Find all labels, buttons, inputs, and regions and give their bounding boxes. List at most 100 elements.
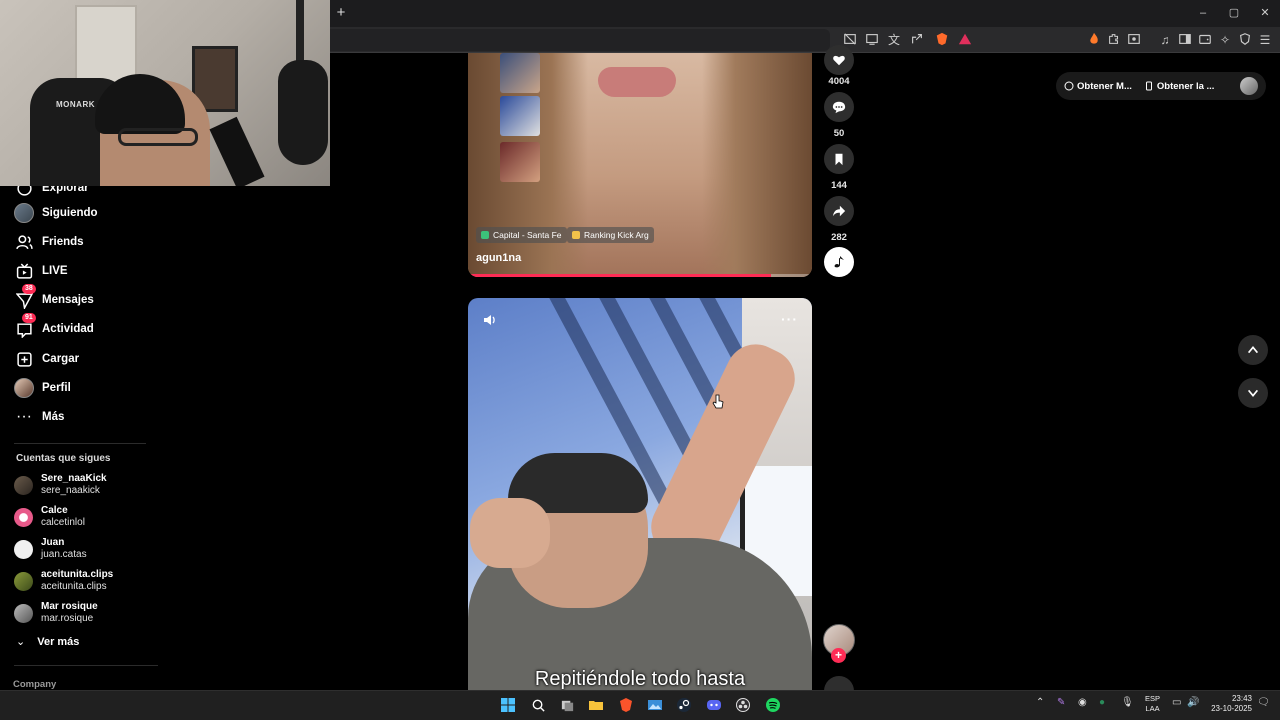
sidebar-item-siguiendo[interactable]: Siguiendo <box>14 202 98 224</box>
followed-account[interactable]: Calce calcetinlol <box>14 504 85 530</box>
messages-badge: 38 <box>22 284 36 294</box>
brave-shield-icon[interactable] <box>934 32 950 48</box>
account-avatar <box>14 539 33 559</box>
volume-icon[interactable] <box>482 312 498 328</box>
notifications-icon[interactable]: 🗨 <box>1257 697 1270 708</box>
account-name: Sere_naaKick <box>41 473 107 484</box>
task-view-icon[interactable] <box>557 695 577 715</box>
tray-chevron-up-icon[interactable]: ⌃ <box>1036 697 1044 708</box>
keyboard-language-indicator[interactable]: ESP LAA <box>1145 694 1160 714</box>
photos-app-icon[interactable] <box>645 695 665 715</box>
new-tab-button[interactable]: + <box>334 4 348 22</box>
chair-logo: MONARK <box>56 100 95 109</box>
vpn-shield-icon[interactable] <box>1237 32 1253 48</box>
activity-icon: 91 <box>14 313 36 339</box>
company-link[interactable]: Company <box>13 679 56 690</box>
sidebar-item-label: Friends <box>42 236 84 248</box>
sidebar-item-label: Actividad <box>42 323 94 335</box>
video-progress-bar[interactable] <box>468 274 812 277</box>
maximize-button[interactable]: ▢ <box>1219 4 1249 22</box>
clock-date: 23-10-2025 <box>1211 704 1252 713</box>
video-card-previous[interactable]: Capital - Santa Fe Ranking Kick Arg agun… <box>468 53 812 277</box>
comment-button[interactable] <box>824 92 854 122</box>
live-guest-thumbnail[interactable] <box>500 53 540 93</box>
pill-label: Obtener la ... <box>1156 80 1215 92</box>
translate-icon[interactable]: 文 <box>886 32 902 48</box>
sidebar-item-label: LIVE <box>42 265 68 277</box>
live-guest-thumbnail[interactable] <box>500 96 540 136</box>
sidebar-item-actividad[interactable]: 91 Actividad <box>14 313 94 340</box>
windows-start-icon[interactable] <box>498 695 518 715</box>
live-guest-thumbnail[interactable] <box>500 142 540 182</box>
extension-fire-icon[interactable] <box>1086 32 1102 48</box>
location-pin-icon <box>481 231 489 239</box>
cast-icon[interactable] <box>864 32 880 48</box>
sidebar-item-label: Mensajes <box>42 294 94 306</box>
followed-account[interactable]: aceitunita.clips aceitunita.clips <box>14 568 113 594</box>
brave-rewards-icon[interactable] <box>957 32 973 48</box>
brave-browser-icon[interactable] <box>616 695 636 715</box>
taskbar-clock[interactable]: 23:43 23-10-2025 <box>1208 694 1252 714</box>
comment-count: 50 <box>833 128 845 139</box>
video-author[interactable]: agun1na <box>476 252 521 264</box>
sidebar-toggle-icon[interactable] <box>1177 32 1193 48</box>
follow-plus-icon[interactable]: + <box>831 648 846 663</box>
music-disc-icon[interactable] <box>824 247 854 277</box>
screenshot-icon[interactable] <box>1126 32 1142 48</box>
more-dots-icon: ··· <box>16 408 32 425</box>
wallet-icon[interactable] <box>1197 32 1213 48</box>
see-more-button[interactable]: ⌄ Ver más <box>16 635 79 649</box>
followed-account[interactable]: Sere_naaKick sere_naakick <box>14 472 107 498</box>
sidebar-item-friends[interactable]: Friends <box>14 231 84 253</box>
video-card-current[interactable]: ··· Repitiéndole todo hasta <box>468 298 812 690</box>
tray-pen-icon[interactable]: ✎ <box>1057 697 1065 708</box>
windows-taskbar <box>0 690 1280 720</box>
sidebar-item-cargar[interactable]: Cargar <box>14 348 79 370</box>
steam-icon[interactable] <box>674 695 694 715</box>
account-handle: sere_naakick <box>41 485 100 496</box>
followed-account[interactable]: Juan juan.catas <box>14 536 87 562</box>
media-music-icon[interactable]: ♫ <box>1157 32 1173 48</box>
account-handle: calcetinlol <box>41 517 85 528</box>
bookmark-button[interactable] <box>824 144 854 174</box>
close-window-button[interactable]: ✕ <box>1250 4 1280 22</box>
ranking-tag[interactable]: Ranking Kick Arg <box>567 227 654 243</box>
sidebar-item-mas[interactable]: ··· Más <box>14 406 64 428</box>
account-name: aceitunita.clips <box>41 569 114 580</box>
address-bar[interactable] <box>330 29 830 51</box>
share-button[interactable] <box>824 196 854 226</box>
like-count: 4004 <box>828 76 850 87</box>
discord-icon[interactable] <box>704 695 724 715</box>
upload-plus-icon <box>14 349 34 369</box>
menu-icon[interactable]: ☰ <box>1257 32 1273 48</box>
minimize-button[interactable]: – <box>1188 4 1218 22</box>
like-button[interactable] <box>824 45 854 75</box>
tray-volume-icon[interactable]: 🔊 <box>1187 697 1199 708</box>
get-app-button[interactable]: Obtener la ... <box>1144 80 1215 92</box>
tray-network-icon[interactable]: ▭ <box>1172 697 1181 708</box>
sidebar-item-mensajes[interactable]: 38 Mensajes <box>14 284 94 311</box>
video-frame-content <box>598 67 676 97</box>
tray-steam-icon[interactable]: ◉ <box>1078 697 1087 708</box>
get-coins-button[interactable]: Obtener M... <box>1064 81 1132 92</box>
more-options-icon[interactable]: ··· <box>781 311 798 327</box>
sidebar-item-perfil[interactable]: Perfil <box>14 377 71 399</box>
extensions-puzzle-icon[interactable] <box>1106 32 1122 48</box>
account-name: Mar rosique <box>41 601 98 612</box>
spotify-icon[interactable] <box>763 695 783 715</box>
account-handle: aceitunita.clips <box>41 581 107 592</box>
tray-app-icon[interactable]: ● <box>1099 697 1105 708</box>
sidebar-item-live[interactable]: LIVE <box>14 260 68 282</box>
share-icon[interactable] <box>909 32 925 48</box>
search-icon[interactable] <box>528 695 548 715</box>
tray-microphone-icon[interactable]: 🎙 <box>1121 697 1134 708</box>
leo-ai-icon[interactable]: ✧ <box>1217 32 1233 48</box>
tag-label: Capital - Santa Fe <box>493 230 562 240</box>
obs-icon[interactable] <box>733 695 753 715</box>
followed-account[interactable]: Mar rosique mar.rosique <box>14 600 98 626</box>
previous-video-button[interactable] <box>1238 335 1268 365</box>
profile-avatar[interactable] <box>1240 77 1258 95</box>
file-explorer-icon[interactable] <box>586 695 606 715</box>
location-tag[interactable]: Capital - Santa Fe <box>476 227 567 243</box>
next-video-button[interactable] <box>1238 378 1268 408</box>
